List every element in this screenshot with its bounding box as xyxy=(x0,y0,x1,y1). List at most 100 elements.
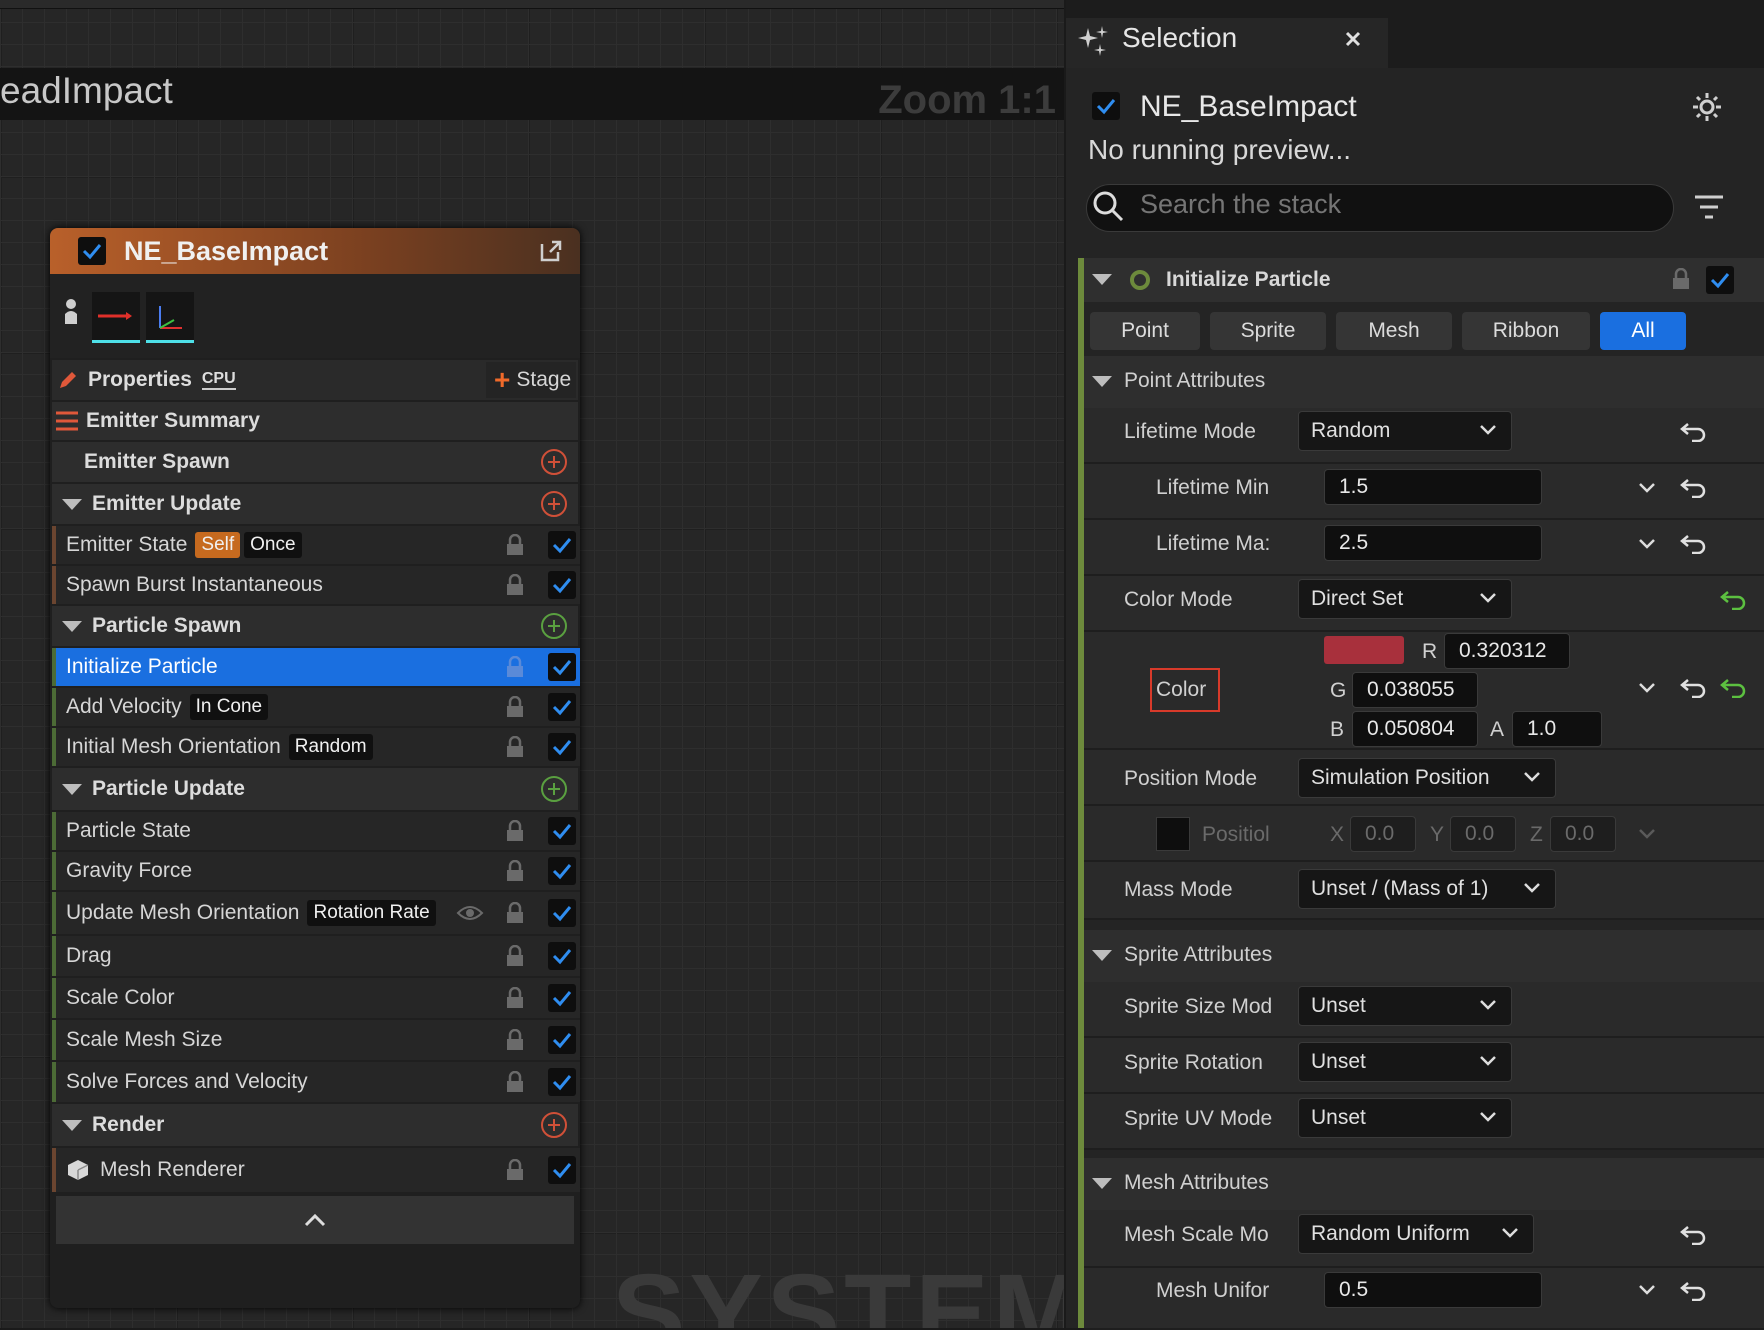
collapse-arrow-icon[interactable] xyxy=(62,1119,82,1131)
search-input[interactable] xyxy=(1138,188,1642,221)
mesh-uniform-input[interactable]: 0.5 xyxy=(1324,1272,1542,1308)
module-add-velocity[interactable]: Add Velocity In Cone xyxy=(52,688,580,726)
reset-icon[interactable] xyxy=(1680,532,1706,554)
lock-icon[interactable] xyxy=(506,696,524,718)
filter-sprite[interactable]: Sprite xyxy=(1210,312,1326,350)
sprite-size-mode-dropdown[interactable]: Unset xyxy=(1298,986,1512,1026)
mesh-scale-mode-dropdown[interactable]: Random Uniform xyxy=(1298,1214,1534,1254)
module-enable-checkbox[interactable] xyxy=(548,693,576,721)
chevron-down-icon[interactable] xyxy=(1638,1284,1656,1296)
lifetime-min-input[interactable]: 1.5 xyxy=(1324,469,1542,505)
module-initialize-particle[interactable]: Initialize Particle xyxy=(52,648,580,686)
properties-row[interactable]: Properties CPU + Stage xyxy=(52,360,578,400)
section-emitter-spawn[interactable]: Emitter Spawn xyxy=(52,442,578,482)
chevron-down-icon[interactable] xyxy=(1638,828,1656,840)
add-module-icon[interactable] xyxy=(540,775,568,803)
module-enable-checkbox[interactable] xyxy=(548,857,576,885)
module-gravity-force[interactable]: Gravity Force xyxy=(52,852,580,890)
lock-icon[interactable] xyxy=(506,1071,524,1093)
color-b-input[interactable]: 0.050804 xyxy=(1352,711,1478,747)
section-particle-spawn[interactable]: Particle Spawn xyxy=(52,606,578,646)
module-enable-checkbox[interactable] xyxy=(548,1156,576,1184)
add-stage-button[interactable]: + Stage xyxy=(486,362,576,398)
module-solve-forces[interactable]: Solve Forces and Velocity xyxy=(52,1062,580,1102)
collapse-arrow-icon[interactable] xyxy=(62,783,82,795)
position-mode-dropdown[interactable]: Simulation Position xyxy=(1298,758,1556,798)
reset-icon[interactable] xyxy=(1680,1223,1706,1245)
open-external-icon[interactable] xyxy=(538,238,564,264)
color-swatch[interactable] xyxy=(1324,636,1404,664)
system-enable-checkbox[interactable] xyxy=(1092,92,1120,120)
mass-mode-dropdown[interactable]: Unset / (Mass of 1) xyxy=(1298,869,1556,909)
axes-thumbnail[interactable] xyxy=(146,292,194,343)
filter-ribbon[interactable]: Ribbon xyxy=(1462,312,1590,350)
reset-icon[interactable] xyxy=(1680,676,1706,698)
lock-icon[interactable] xyxy=(506,1029,524,1051)
module-particle-state[interactable]: Particle State xyxy=(52,812,580,850)
reset-green-icon[interactable] xyxy=(1720,588,1746,610)
module-emitter-state[interactable]: Emitter State Self Once xyxy=(52,526,580,564)
module-mesh-renderer[interactable]: Mesh Renderer xyxy=(52,1148,580,1192)
lock-icon[interactable] xyxy=(506,534,524,556)
section-emitter-update[interactable]: Emitter Update xyxy=(52,484,578,524)
lock-icon[interactable] xyxy=(1672,268,1690,290)
lock-icon[interactable] xyxy=(506,656,524,678)
module-enable-checkbox[interactable] xyxy=(548,1026,576,1054)
filter-point[interactable]: Point xyxy=(1090,312,1200,350)
filter-all[interactable]: All xyxy=(1600,312,1686,350)
collapse-arrow-icon[interactable] xyxy=(1092,1178,1112,1189)
collapse-arrow-icon[interactable] xyxy=(1092,274,1112,285)
emitter-enable-checkbox[interactable] xyxy=(78,237,106,265)
filter-icon[interactable] xyxy=(1694,194,1724,220)
sprite-rotation-dropdown[interactable]: Unset xyxy=(1298,1042,1512,1082)
module-enable-checkbox[interactable] xyxy=(548,733,576,761)
emitter-node-header[interactable]: NE_BaseImpact xyxy=(50,228,580,274)
module-enable-checkbox[interactable] xyxy=(548,1068,576,1096)
emitter-summary-row[interactable]: Emitter Summary xyxy=(52,402,578,440)
add-module-icon[interactable] xyxy=(540,490,568,518)
lock-icon[interactable] xyxy=(506,820,524,842)
gear-icon[interactable] xyxy=(1692,92,1722,122)
section-particle-update[interactable]: Particle Update xyxy=(52,768,578,810)
chevron-down-icon[interactable] xyxy=(1638,538,1656,550)
mesh-thumbnail[interactable] xyxy=(92,292,140,343)
module-scale-mesh-size[interactable]: Scale Mesh Size xyxy=(52,1020,580,1060)
section-render[interactable]: Render xyxy=(52,1104,578,1146)
add-module-icon[interactable] xyxy=(540,612,568,640)
lifetime-mode-dropdown[interactable]: Random xyxy=(1298,411,1512,451)
module-update-mesh-orientation[interactable]: Update Mesh Orientation Rotation Rate xyxy=(52,892,580,934)
eye-icon[interactable] xyxy=(456,904,484,922)
module-enable-checkbox[interactable] xyxy=(548,571,576,599)
color-g-input[interactable]: 0.038055 xyxy=(1352,672,1478,708)
collapse-node-button[interactable] xyxy=(56,1196,574,1244)
position-z-input[interactable]: 0.0 xyxy=(1550,816,1616,852)
lock-icon[interactable] xyxy=(506,574,524,596)
close-icon[interactable] xyxy=(1344,30,1362,48)
graph-canvas[interactable]: eadImpact Zoom 1:1 SYSTEM NE_BaseImpact xyxy=(0,0,1064,1328)
chevron-down-icon[interactable] xyxy=(1638,482,1656,494)
position-override-checkbox[interactable] xyxy=(1156,817,1190,851)
collapse-arrow-icon[interactable] xyxy=(1092,950,1112,961)
add-module-icon[interactable] xyxy=(540,448,568,476)
module-enable-checkbox[interactable] xyxy=(548,653,576,681)
lock-icon[interactable] xyxy=(506,736,524,758)
position-y-input[interactable]: 0.0 xyxy=(1450,816,1516,852)
module-spawn-burst[interactable]: Spawn Burst Instantaneous xyxy=(52,566,580,604)
module-drag[interactable]: Drag xyxy=(52,936,580,976)
position-x-input[interactable]: 0.0 xyxy=(1350,816,1416,852)
module-enable-checkbox[interactable] xyxy=(1706,266,1734,294)
sprite-uv-mode-dropdown[interactable]: Unset xyxy=(1298,1098,1512,1138)
module-initial-mesh-orientation[interactable]: Initial Mesh Orientation Random xyxy=(52,728,580,766)
chevron-down-icon[interactable] xyxy=(1638,682,1656,694)
color-r-input[interactable]: 0.320312 xyxy=(1444,633,1570,669)
module-enable-checkbox[interactable] xyxy=(548,942,576,970)
lock-icon[interactable] xyxy=(506,945,524,967)
collapse-arrow-icon[interactable] xyxy=(62,620,82,632)
module-enable-checkbox[interactable] xyxy=(548,899,576,927)
reset-icon[interactable] xyxy=(1680,476,1706,498)
lock-icon[interactable] xyxy=(506,987,524,1009)
lock-icon[interactable] xyxy=(506,1159,524,1181)
lock-icon[interactable] xyxy=(506,902,524,924)
module-scale-color[interactable]: Scale Color xyxy=(52,978,580,1018)
lifetime-max-input[interactable]: 2.5 xyxy=(1324,525,1542,561)
